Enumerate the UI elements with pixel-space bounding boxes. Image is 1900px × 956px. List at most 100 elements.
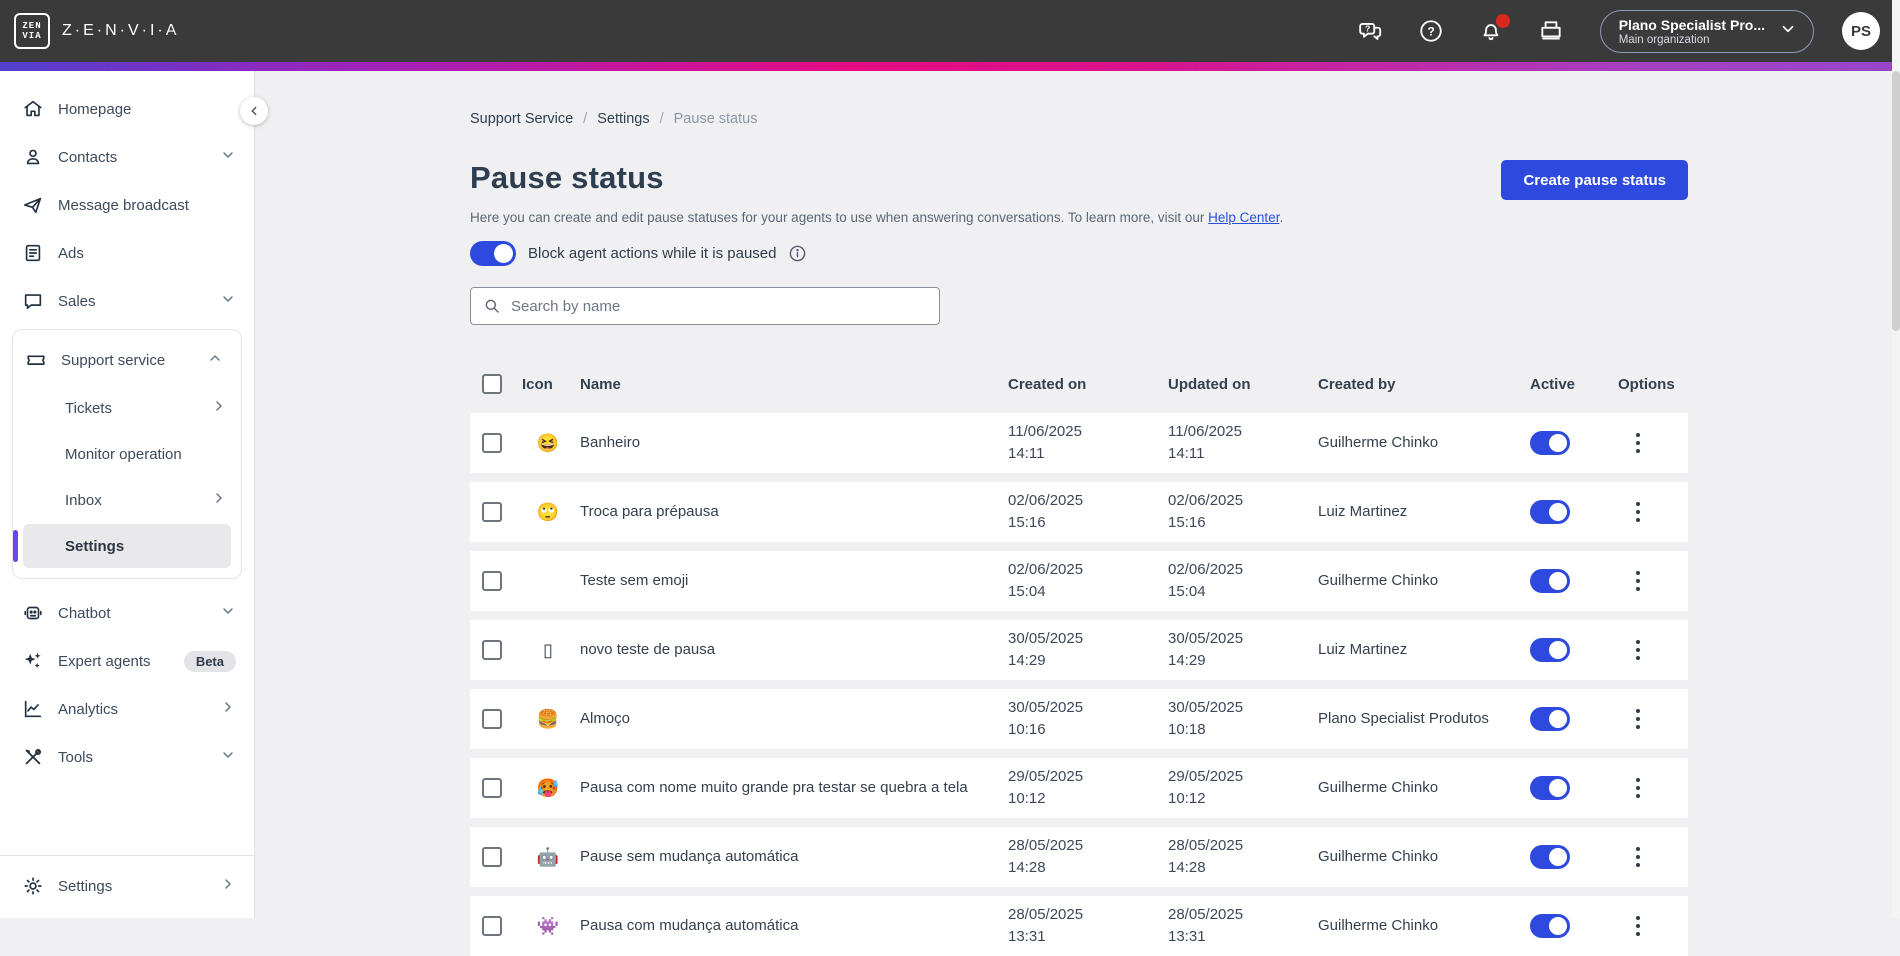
- sidebar-item-label: Settings: [58, 878, 206, 895]
- zenvia-logo-icon: ZEN VIA: [14, 13, 50, 49]
- row-active-toggle[interactable]: [1530, 845, 1570, 869]
- row-checkbox[interactable]: [482, 778, 502, 798]
- select-all-checkbox[interactable]: [482, 374, 502, 394]
- organization-selector[interactable]: Plano Specialist Pro... Main organizatio…: [1600, 10, 1814, 53]
- sidebar-item-tools[interactable]: Tools: [0, 733, 254, 781]
- sidebar-item-tickets[interactable]: Tickets: [13, 386, 241, 430]
- sidebar-item-contacts[interactable]: Contacts: [0, 133, 254, 181]
- sidebar-item-analytics[interactable]: Analytics: [0, 685, 254, 733]
- row-checkbox[interactable]: [482, 709, 502, 729]
- row-checkbox[interactable]: [482, 847, 502, 867]
- table-row: 🥵 Pausa com nome muito grande pra testar…: [470, 758, 1688, 818]
- row-options-kebab-icon[interactable]: [1628, 571, 1648, 591]
- logo-text-bottom: VIA: [22, 31, 41, 41]
- row-options-kebab-icon[interactable]: [1628, 640, 1648, 660]
- table-row: 🍔 Almoço 30/05/202510:16 30/05/202510:18…: [470, 689, 1688, 749]
- row-created-by: Guilherme Chinko: [1318, 433, 1530, 453]
- row-checkbox[interactable]: [482, 433, 502, 453]
- row-created-time: 14:11: [1008, 443, 1168, 465]
- row-created-by: Guilherme Chinko: [1318, 916, 1530, 936]
- row-active-toggle[interactable]: [1530, 707, 1570, 731]
- row-created-on: 28/05/202513:31: [1008, 904, 1168, 948]
- sidebar-item-settings-active[interactable]: Settings: [23, 524, 231, 568]
- row-options-kebab-icon[interactable]: [1628, 502, 1648, 522]
- row-active-toggle[interactable]: [1530, 776, 1570, 800]
- row-active-toggle[interactable]: [1530, 638, 1570, 662]
- row-created-time: 10:12: [1008, 788, 1168, 810]
- chevron-down-icon: [220, 147, 236, 167]
- svg-text:?: ?: [1365, 24, 1370, 34]
- row-checkbox[interactable]: [482, 571, 502, 591]
- row-options-kebab-icon[interactable]: [1628, 916, 1648, 936]
- chevron-down-icon: [220, 747, 236, 767]
- row-name: Pausa com mudança automática: [580, 916, 1008, 936]
- breadcrumb-settings[interactable]: Settings: [597, 111, 649, 127]
- row-options-kebab-icon[interactable]: [1628, 847, 1648, 867]
- sidebar-item-label: Inbox: [65, 492, 211, 509]
- sidebar-item-label: Sales: [58, 293, 206, 310]
- sidebar-collapse-button[interactable]: [240, 97, 268, 125]
- row-created-on: 11/06/202514:11: [1008, 421, 1168, 465]
- sidebar-item-homepage[interactable]: Homepage: [0, 85, 254, 133]
- sidebar-item-monitor-operation[interactable]: Monitor operation: [13, 432, 241, 476]
- sidebar-item-sales[interactable]: Sales: [0, 277, 254, 325]
- breadcrumb-support-service[interactable]: Support Service: [470, 111, 573, 127]
- row-created-on: 29/05/202510:12: [1008, 766, 1168, 810]
- row-updated-time: 15:16: [1168, 512, 1318, 534]
- row-updated-on: 11/06/202514:11: [1168, 421, 1318, 465]
- chevron-down-icon: [220, 291, 236, 311]
- row-active-toggle[interactable]: [1530, 569, 1570, 593]
- header-icon: Icon: [516, 376, 580, 393]
- send-icon: [22, 194, 44, 216]
- row-active-toggle[interactable]: [1530, 500, 1570, 524]
- sidebar-item-message-broadcast[interactable]: Message broadcast: [0, 181, 254, 229]
- sidebar-item-support-service[interactable]: Support service: [13, 336, 241, 384]
- notification-badge: [1496, 14, 1510, 28]
- block-agent-actions-toggle[interactable]: [470, 241, 516, 266]
- row-created-by: Guilherme Chinko: [1318, 847, 1530, 867]
- help-center-link[interactable]: Help Center: [1208, 210, 1279, 225]
- chevron-right-icon: [211, 398, 227, 418]
- info-icon[interactable]: [788, 244, 807, 263]
- brand[interactable]: ZEN VIA Z·E·N·V·I·A: [14, 13, 179, 49]
- row-checkbox[interactable]: [482, 502, 502, 522]
- row-created-on: 02/06/202515:04: [1008, 559, 1168, 603]
- chat-help-icon[interactable]: ?: [1358, 18, 1384, 44]
- support-service-group: Support service Tickets Monitor operatio…: [12, 329, 242, 579]
- row-created-date: 28/05/2025: [1008, 904, 1168, 926]
- help-icon[interactable]: ?: [1418, 18, 1444, 44]
- row-created-date: 30/05/2025: [1008, 628, 1168, 650]
- sidebar-item-settings-bottom[interactable]: Settings: [0, 862, 254, 910]
- scrollbar-thumb[interactable]: [1892, 71, 1900, 331]
- search-input[interactable]: [511, 298, 927, 315]
- header-name: Name: [580, 376, 1008, 393]
- sidebar-item-ads[interactable]: Ads: [0, 229, 254, 277]
- notifications-icon[interactable]: [1478, 18, 1504, 44]
- block-agent-actions-label: Block agent actions while it is paused: [528, 245, 776, 262]
- row-created-date: 28/05/2025: [1008, 835, 1168, 857]
- sidebar-item-chatbot[interactable]: Chatbot: [0, 589, 254, 637]
- row-updated-time: 10:12: [1168, 788, 1318, 810]
- sidebar-item-inbox[interactable]: Inbox: [13, 478, 241, 522]
- ticket-icon: [25, 349, 47, 371]
- sidebar-item-label: Analytics: [58, 701, 206, 718]
- table-row: 🤖 Pause sem mudança automática 28/05/202…: [470, 827, 1688, 887]
- workspace-icon[interactable]: [1538, 18, 1564, 44]
- row-options-kebab-icon[interactable]: [1628, 709, 1648, 729]
- row-active-toggle[interactable]: [1530, 431, 1570, 455]
- sidebar-item-expert-agents[interactable]: Expert agents Beta: [0, 637, 254, 685]
- row-icon: 🤖: [516, 847, 580, 868]
- row-options-kebab-icon[interactable]: [1628, 778, 1648, 798]
- page-title: Pause status: [470, 160, 664, 196]
- ads-icon: [22, 242, 44, 264]
- create-pause-status-button[interactable]: Create pause status: [1501, 160, 1688, 200]
- avatar[interactable]: PS: [1842, 12, 1880, 50]
- row-checkbox[interactable]: [482, 640, 502, 660]
- breadcrumb: Support Service / Settings / Pause statu…: [470, 111, 1688, 127]
- header-created-on: Created on: [1008, 376, 1168, 393]
- row-options-kebab-icon[interactable]: [1628, 433, 1648, 453]
- row-checkbox[interactable]: [482, 916, 502, 936]
- description-period: .: [1279, 210, 1283, 225]
- row-updated-on: 02/06/202515:16: [1168, 490, 1318, 534]
- breadcrumb-separator: /: [583, 111, 587, 127]
